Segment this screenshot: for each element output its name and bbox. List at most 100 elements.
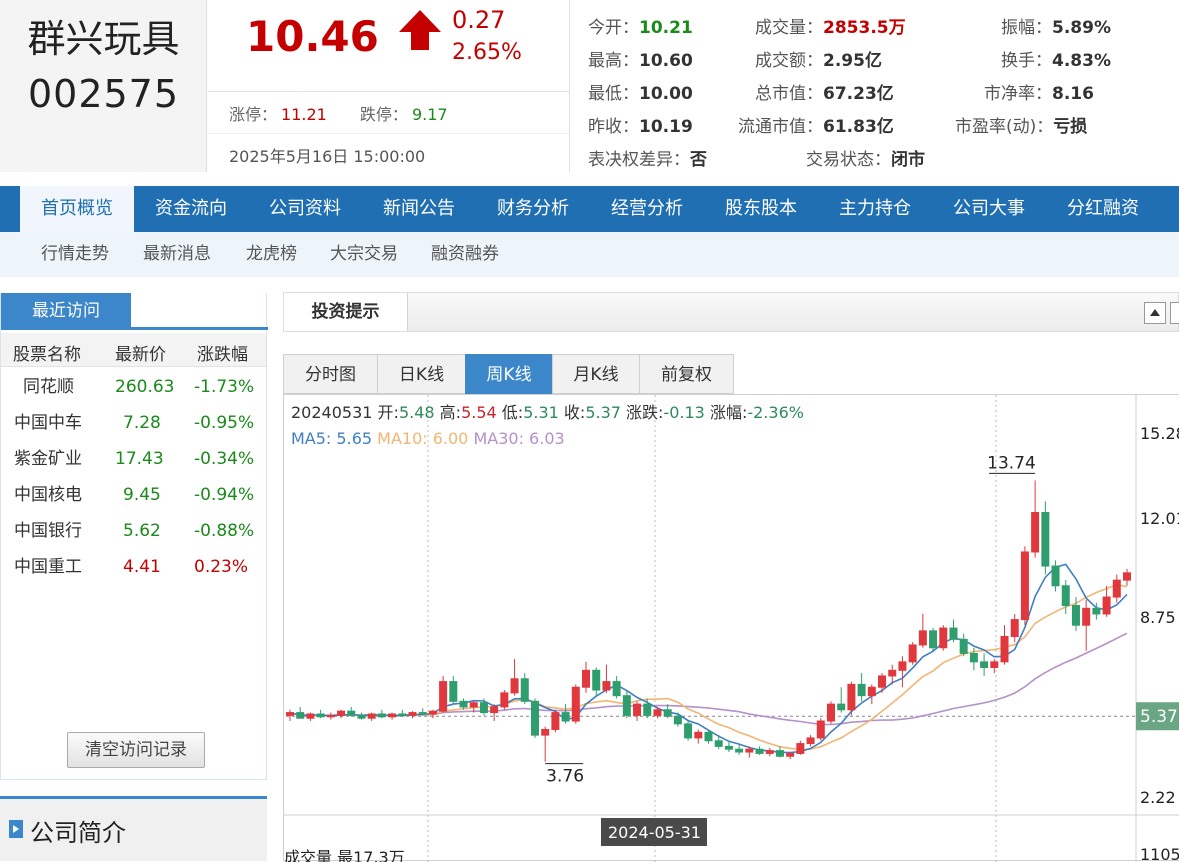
subnav-margin[interactable]: 融资融券 [431,232,499,277]
candle-body [520,678,529,702]
tab-daily-k[interactable]: 日K线 [377,354,466,394]
subnav-latest-news[interactable]: 最新消息 [143,232,211,277]
quote-pb: 市净率：8.16 [984,84,1094,104]
candle-body [582,669,591,688]
candle-body [469,702,478,708]
max-price-label: 13.74 [987,453,1036,473]
subnav-market-trend[interactable]: 行情走势 [41,232,109,277]
tab-forward-adjust[interactable]: 前复权 [639,354,734,394]
min-price-label: 3.76 [546,767,584,787]
recent-stock-pct: -1.73% [194,377,255,397]
candle-body [1092,607,1101,615]
quote-amplitude: 振幅：5.89% [1001,18,1111,38]
candle-body [816,720,825,739]
current-price: 10.46 [246,12,379,61]
recent-stock-row[interactable]: 中国银行 5.62 -0.88% [1,513,266,549]
recent-stock-price: 4.41 [123,557,161,577]
nav-shareholders[interactable]: 股东股本 [704,186,818,232]
up-arrow-icon [399,10,441,50]
quote-float-cap: 流通市值：61.83亿 [738,117,894,137]
candle-body [602,681,611,691]
tab-intraday[interactable]: 分时图 [283,354,378,394]
price-change-pct: 2.65% [452,40,522,65]
candle-body [714,740,723,747]
nav-company-profile[interactable]: 公司资料 [248,186,362,232]
col-header-pct: 涨跌幅 [197,345,248,365]
recent-stock-pct: 0.23% [194,557,249,577]
candle-body [847,683,856,711]
candle-body [357,714,366,719]
recent-stock-name: 紫金矿业 [14,449,82,469]
limit-down-label: 跌停： [359,105,408,124]
nav-overview[interactable]: 首页概览 [20,186,134,232]
company-intro-header: 公司简介 [0,796,267,861]
recent-stock-name: 中国银行 [14,521,82,541]
kline-svg[interactable]: 13.74 3.76 15.28 12.01 8.75 2.22 1105 5.37 2024-… [284,395,1179,862]
subnav-block-trade[interactable]: 大宗交易 [330,232,398,277]
candle-body [867,686,876,697]
candle-body [1041,512,1050,567]
company-intro-title[interactable]: 公司简介 [30,813,126,848]
recent-stock-row[interactable]: 中国核电 9.45 -0.94% [1,477,266,513]
recent-stock-row[interactable]: 同花顺 260.63 -1.73% [1,369,266,405]
volume-label: 成交量 最17.3万 [284,848,405,862]
quote-market-cap: 总市值：67.23亿 [755,84,894,104]
nav-finance[interactable]: 财务分析 [476,186,590,232]
ohlc-readout: 20240531 开:5.48 高:5.54 低:5.31 收:5.37 涨跌:… [291,403,804,422]
kline-chart[interactable]: 13.74 3.76 15.28 12.01 8.75 2.22 1105 5.37 2024-… [283,394,1179,862]
recent-stock-row[interactable]: 中国重工 4.41 0.23% [1,549,266,585]
candle-body [724,745,733,750]
nav-operation[interactable]: 经营分析 [590,186,704,232]
quote-prev-close: 昨收：10.19 [588,117,693,137]
nav-holdings[interactable]: 主力持仓 [818,186,932,232]
candle-body [673,715,682,725]
recent-stock-pct: -0.94% [194,485,255,505]
candle-body [1112,579,1121,598]
candle-body [775,750,784,757]
col-header-price: 最新价 [115,345,166,365]
tab-weekly-k[interactable]: 周K线 [465,354,553,394]
clear-history-button[interactable]: 清空访问记录 [67,732,205,768]
stock-name: 群兴玩具 [27,17,180,61]
candle-body [755,748,764,754]
candle-body [530,700,539,736]
divider [1,327,268,330]
quote-vote-diff: 表决权差异：否 [588,150,707,170]
candle-body [633,703,642,716]
candle-body [1102,596,1111,615]
candle-body [1000,635,1009,663]
subnav-top-list[interactable]: 龙虎榜 [246,232,297,277]
candle-body [857,683,866,697]
nav-events[interactable]: 公司大事 [932,186,1046,232]
recent-stock-row[interactable]: 中国中车 7.28 -0.95% [1,405,266,441]
crosshair-date-label: 2024-05-31 [608,823,701,842]
candle-body [694,731,703,739]
candle-body [765,750,774,754]
recent-stock-row[interactable]: 紫金矿业 17.43 -0.34% [1,441,266,477]
collapse-up-icon[interactable] [1144,302,1166,324]
nav-fund-flow[interactable]: 资金流向 [134,186,248,232]
candle-body [1123,572,1131,581]
stock-header: 群兴玩具 002575 10.46 0.27 2.65% 涨停： 11.21 跌停… [0,0,1179,172]
recent-stock-pct: -0.95% [194,413,255,433]
recent-visits-tab[interactable]: 最近访问 [1,293,131,329]
ma10-line [289,583,1128,751]
candle-body [408,712,417,716]
candle-body [428,710,437,715]
tab-monthly-k[interactable]: 月K线 [552,354,640,394]
investment-tip-tab[interactable]: 投资提示 [284,293,408,331]
col-header-name: 股票名称 [13,345,81,365]
candle-body [929,630,938,649]
recent-stock-name: 中国中车 [14,413,82,433]
ma10-value: 6.00 [432,429,469,448]
panel-button[interactable] [1170,302,1179,324]
nav-dividend[interactable]: 分红融资 [1046,186,1160,232]
y-tick-label: 1105 [1140,845,1179,862]
nav-news[interactable]: 新闻公告 [362,186,476,232]
candle-body [837,703,846,711]
candle-body [663,709,672,717]
limit-down-value: 9.17 [411,105,448,124]
ohlc-change-pct: -2.36% [747,403,804,422]
candle-body [806,737,815,745]
candle-body [316,713,325,718]
